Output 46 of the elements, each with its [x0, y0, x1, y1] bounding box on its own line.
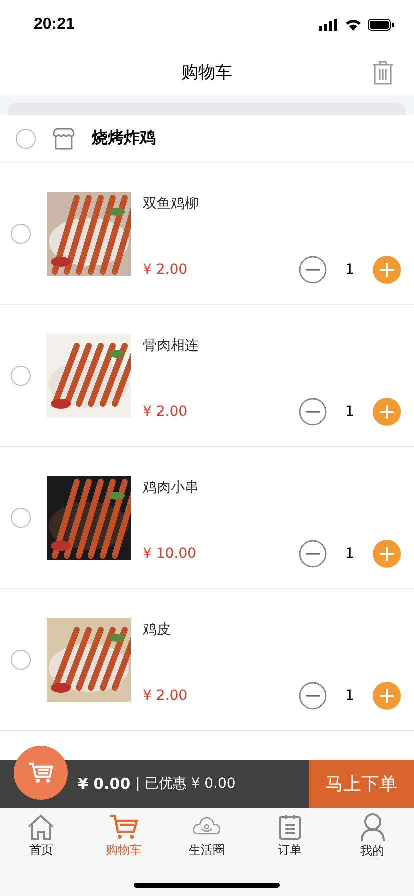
select-checkbox[interactable]	[11, 224, 31, 244]
battery-icon	[368, 19, 394, 31]
store-icon	[52, 128, 76, 150]
plus-button[interactable]	[373, 682, 401, 710]
select-checkbox[interactable]	[16, 128, 36, 148]
signal-icon	[319, 19, 339, 31]
cart-button[interactable]	[14, 746, 68, 800]
item-name: 双鱼鸡柳	[143, 195, 200, 213]
item-price: ¥ 10.00	[143, 546, 196, 562]
tab-item[interactable]: 我的	[331, 808, 414, 865]
user-icon	[360, 813, 386, 841]
select-checkbox[interactable]	[11, 366, 31, 386]
shop-name: 烧烤炸鸡	[92, 128, 156, 149]
quantity: 1	[344, 262, 356, 278]
total-price: ¥ 0.00	[78, 775, 131, 793]
quantity: 1	[344, 546, 356, 562]
cart-icon	[28, 762, 54, 784]
order-button[interactable]: 马上下单	[309, 760, 414, 808]
plus-button[interactable]	[373, 398, 401, 426]
tab-item[interactable]: 首页	[0, 808, 83, 865]
minus-button[interactable]	[299, 682, 327, 710]
cart-icon	[109, 814, 140, 840]
minus-button[interactable]	[299, 540, 327, 568]
page-title: 购物车	[182, 62, 232, 84]
trash-icon[interactable]	[372, 61, 394, 85]
status-time: 20:21	[34, 16, 75, 34]
tab-item[interactable]: 订单	[248, 808, 332, 865]
plus-button[interactable]	[373, 256, 401, 284]
item-name: 骨肉相连	[143, 337, 200, 355]
minus-button[interactable]	[299, 256, 327, 284]
quantity: 1	[344, 404, 356, 420]
wifi-icon	[345, 19, 362, 31]
select-checkbox[interactable]	[11, 650, 31, 670]
item-price: ¥ 2.00	[143, 688, 188, 704]
discount-text: | 已优惠 ¥ 0.00	[136, 775, 236, 793]
item-price: ¥ 2.00	[143, 404, 188, 420]
minus-button[interactable]	[299, 398, 327, 426]
item-name: 鸡皮	[143, 621, 172, 639]
clipboard-icon	[278, 814, 302, 840]
item-name: 鸡肉小串	[143, 479, 200, 497]
select-checkbox[interactable]	[11, 508, 31, 528]
item-price: ¥ 2.00	[143, 262, 188, 278]
home-icon	[27, 814, 56, 840]
plus-button[interactable]	[373, 540, 401, 568]
tab-item[interactable]: 生活圈	[166, 808, 248, 865]
quantity: 1	[344, 688, 356, 704]
